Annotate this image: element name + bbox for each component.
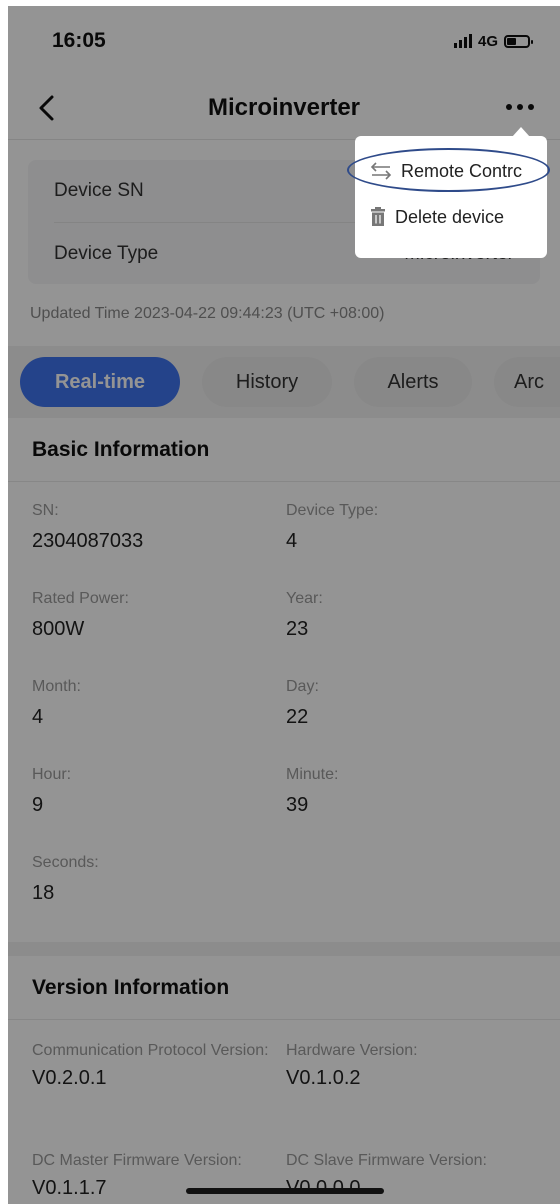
menu-item-label: Delete device [395, 206, 505, 227]
menu-item-remote-control[interactable]: Remote Contrc [355, 148, 547, 194]
home-indicator [186, 1188, 384, 1194]
menu-item-delete-device[interactable]: Delete device [355, 194, 547, 240]
swap-arrows-icon [370, 162, 392, 180]
trash-icon [371, 207, 385, 226]
menu-item-label: Remote Contrc [401, 160, 523, 181]
more-options-menu: Remote Contrc Delete device [355, 127, 547, 258]
